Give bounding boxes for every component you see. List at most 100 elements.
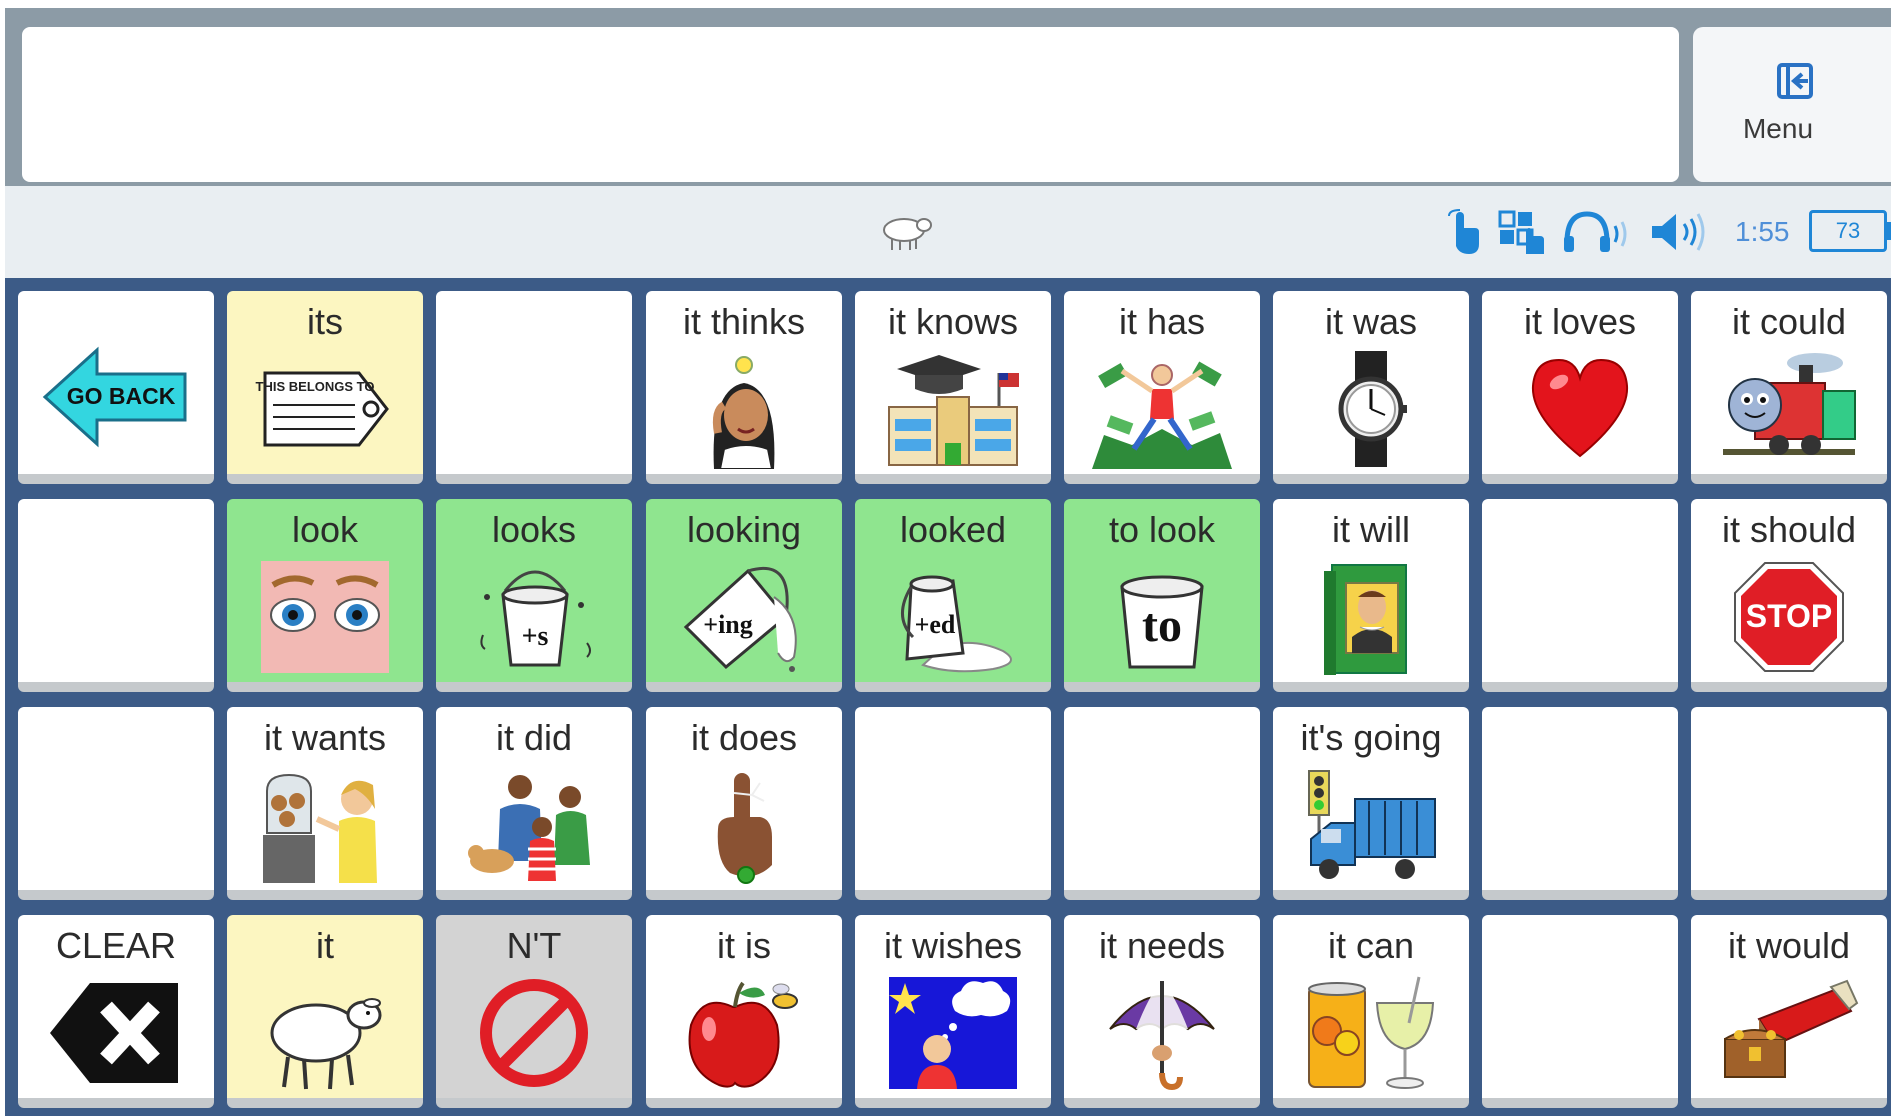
- heart-icon: [1531, 358, 1629, 458]
- watch-icon: [1338, 351, 1407, 467]
- empty-cell[interactable]: [1482, 499, 1678, 692]
- cell-label: to look: [1108, 509, 1216, 550]
- empty-cell[interactable]: [1482, 707, 1678, 900]
- cell-label: it knows: [887, 301, 1019, 342]
- bucket-ed-icon: +ed: [901, 575, 1012, 673]
- cell-it-does[interactable]: it does: [646, 707, 842, 900]
- cell-label: it wants: [263, 717, 387, 758]
- cell-it-can[interactable]: it can: [1273, 915, 1469, 1108]
- menu-button[interactable]: Menu: [1693, 27, 1891, 182]
- empty-cell[interactable]: [1482, 915, 1678, 1108]
- cell-label: it thinks: [682, 301, 806, 342]
- touch-icon[interactable]: [1445, 208, 1485, 256]
- cell-it[interactable]: it: [227, 915, 423, 1108]
- message-bar[interactable]: [22, 27, 1679, 182]
- can-glass-icon: [1308, 976, 1435, 1089]
- cell-it-loves[interactable]: it loves: [1482, 291, 1678, 484]
- cell-it-was[interactable]: it was: [1273, 291, 1469, 484]
- cell-its-going[interactable]: it's going: [1273, 707, 1469, 900]
- headphones-icon[interactable]: [1561, 208, 1633, 256]
- train-icon: [1723, 353, 1856, 455]
- status-bar: 1:55 73: [5, 186, 1891, 278]
- cell-it-knows[interactable]: it knows: [855, 291, 1051, 484]
- cell-label: it loves: [1523, 301, 1637, 342]
- cell-it-wishes[interactable]: it wishes: [855, 915, 1051, 1108]
- cell-label: it wishes: [883, 925, 1023, 966]
- cell-it-needs[interactable]: it needs: [1064, 915, 1260, 1108]
- cell-label: its: [307, 301, 343, 342]
- cell-it-could[interactable]: it could: [1691, 291, 1887, 484]
- cell-it-did[interactable]: it did: [436, 707, 632, 900]
- sheep-icon: [270, 998, 382, 1090]
- go-back-button[interactable]: GO BACK: [18, 291, 214, 484]
- cell-it-has[interactable]: it has: [1064, 291, 1260, 484]
- cell-label: it can: [1327, 925, 1415, 966]
- cell-label: look: [291, 509, 359, 550]
- clear-button[interactable]: CLEAR: [18, 915, 214, 1108]
- cell-to-look[interactable]: to look to: [1064, 499, 1260, 692]
- status-time: 1:55: [1735, 216, 1790, 247]
- cell-label: it needs: [1098, 925, 1226, 966]
- cell-label: looking: [686, 509, 802, 550]
- stop-sign-text: STOP: [1746, 598, 1833, 634]
- apple-bee-icon: [688, 981, 798, 1088]
- money-man-icon: [1092, 361, 1232, 469]
- go-back-arrow-icon: GO BACK: [42, 346, 187, 448]
- cell-label: it will: [1332, 509, 1410, 550]
- cell-it-should[interactable]: it should STOP: [1691, 499, 1887, 692]
- cell-label: it has: [1118, 301, 1206, 342]
- cell-label: it did: [495, 717, 573, 758]
- speaker-icon[interactable]: [1648, 208, 1714, 256]
- cell-it-would[interactable]: it would: [1691, 915, 1887, 1108]
- top-bar: Menu: [5, 8, 1891, 186]
- cell-looking[interactable]: looking +ing: [646, 499, 842, 692]
- cell-label: it: [316, 925, 334, 966]
- cell-label: it could: [1731, 301, 1847, 342]
- empty-cell[interactable]: [855, 707, 1051, 900]
- name-tag-icon: THIS BELONGS TO: [256, 371, 389, 447]
- cell-label: CLEAR: [55, 925, 177, 966]
- cell-label: it is: [717, 925, 771, 966]
- empty-cell[interactable]: [18, 499, 214, 692]
- cell-nt[interactable]: N'T: [436, 915, 632, 1108]
- cell-its[interactable]: its THIS BELONGS TO: [227, 291, 423, 484]
- go-back-text: GO BACK: [67, 383, 176, 409]
- finger-string-icon: [717, 773, 772, 884]
- empty-cell[interactable]: [436, 291, 632, 484]
- cell-label: it should: [1721, 509, 1857, 550]
- cell-look[interactable]: look: [227, 499, 423, 692]
- symbol-grid: GO BACK its THIS BELONGS TO it thinks it…: [5, 278, 1891, 1116]
- cell-it-wants[interactable]: it wants: [227, 707, 423, 900]
- cell-it-is[interactable]: it is: [646, 915, 842, 1108]
- truck-traffic-light-icon: [1308, 770, 1436, 879]
- empty-cell[interactable]: [1064, 707, 1260, 900]
- no-sign-icon: [480, 979, 588, 1087]
- bucket-ed-text: +ed: [915, 610, 956, 639]
- cell-looked[interactable]: looked +ed: [855, 499, 1051, 692]
- cell-label: it does: [690, 717, 798, 758]
- cell-it-will[interactable]: it will: [1273, 499, 1469, 692]
- battery-tip: [1887, 222, 1891, 240]
- app-window: Menu 1:55 73 GO BACK its THIS BELONGS TO…: [0, 0, 1891, 1116]
- name-tag-text: THIS BELONGS TO: [256, 379, 375, 394]
- cell-it-thinks[interactable]: it thinks: [646, 291, 842, 484]
- grid-select-icon[interactable]: [1498, 208, 1548, 256]
- cell-label: looked: [899, 509, 1007, 550]
- cell-label: it would: [1727, 925, 1851, 966]
- wish-boy-icon: [889, 977, 1017, 1089]
- empty-cell[interactable]: [1691, 707, 1887, 900]
- bucket-s-icon: +s: [480, 570, 591, 667]
- empty-cell[interactable]: [18, 707, 214, 900]
- menu-exit-icon: [1777, 63, 1813, 99]
- child-cookie-jar-icon: [263, 773, 377, 883]
- menu-label: Menu: [1742, 113, 1814, 144]
- shakespeare-book-icon: [1324, 564, 1407, 675]
- cell-label: N'T: [506, 925, 562, 966]
- umbrella-icon: [1109, 981, 1215, 1091]
- cell-label: looks: [491, 509, 577, 550]
- eyes-icon: [261, 561, 389, 673]
- cell-label: it was: [1324, 301, 1418, 342]
- graduation-school-icon: [888, 355, 1019, 466]
- cell-looks[interactable]: looks +s: [436, 499, 632, 692]
- bucket-s-text: +s: [522, 621, 549, 652]
